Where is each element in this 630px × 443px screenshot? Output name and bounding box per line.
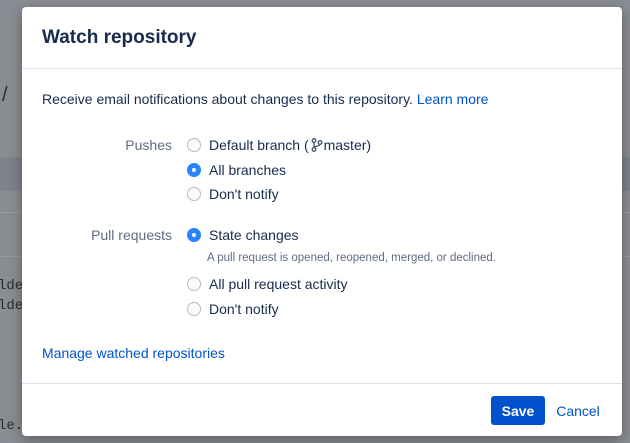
pr-option-state-changes[interactable]: State changes <box>187 226 299 244</box>
background-breadcrumb-slash: / <box>2 84 8 106</box>
pr-dont-notify-label: Don't notify <box>209 301 279 317</box>
watch-repository-dialog: Watch repository Receive email notificat… <box>22 7 622 436</box>
description-text: Receive email notifications about change… <box>42 91 413 107</box>
background-code-line: lde <box>0 278 24 294</box>
default-branch-name: master) <box>323 137 372 153</box>
dialog-title: Watch repository <box>42 27 197 48</box>
pushes-dont-notify-label: Don't notify <box>209 186 279 202</box>
background-code-line: lde <box>0 298 24 314</box>
radio-all-activity[interactable] <box>187 277 201 291</box>
pushes-option-all-branches[interactable]: All branches <box>187 161 286 179</box>
default-branch-prefix: Default branch ( <box>209 137 309 153</box>
radio-pr-dont-notify[interactable] <box>187 302 201 316</box>
pr-option-all-activity[interactable]: All pull request activity <box>187 275 348 293</box>
pushes-option-default-branch[interactable]: Default branch ( master) <box>187 136 371 154</box>
state-changes-label: State changes <box>209 227 299 243</box>
dialog-footer: Save Cancel <box>22 383 622 436</box>
cancel-button[interactable]: Cancel <box>550 396 606 425</box>
radio-pushes-dont-notify[interactable] <box>187 187 201 201</box>
dialog-header: Watch repository <box>22 7 622 69</box>
pushes-label: Pushes <box>125 137 172 153</box>
learn-more-link[interactable]: Learn more <box>417 91 489 107</box>
default-branch-label: Default branch ( master) <box>209 137 371 153</box>
dialog-description: Receive email notifications about change… <box>42 91 488 107</box>
background-code-line: le. <box>0 418 24 434</box>
manage-watched-repositories-link[interactable]: Manage watched repositories <box>42 345 225 361</box>
radio-default-branch[interactable] <box>187 138 201 152</box>
branch-icon <box>311 138 323 152</box>
all-activity-label: All pull request activity <box>209 276 348 292</box>
save-button[interactable]: Save <box>491 396 545 425</box>
pr-option-dont-notify[interactable]: Don't notify <box>187 300 279 318</box>
state-changes-help-text: A pull request is opened, reopened, merg… <box>207 252 496 264</box>
pull-requests-label: Pull requests <box>91 227 172 243</box>
all-branches-label: All branches <box>209 162 287 178</box>
radio-state-changes[interactable] <box>187 228 201 242</box>
radio-all-branches[interactable] <box>187 163 201 177</box>
pushes-option-dont-notify[interactable]: Don't notify <box>187 185 279 203</box>
